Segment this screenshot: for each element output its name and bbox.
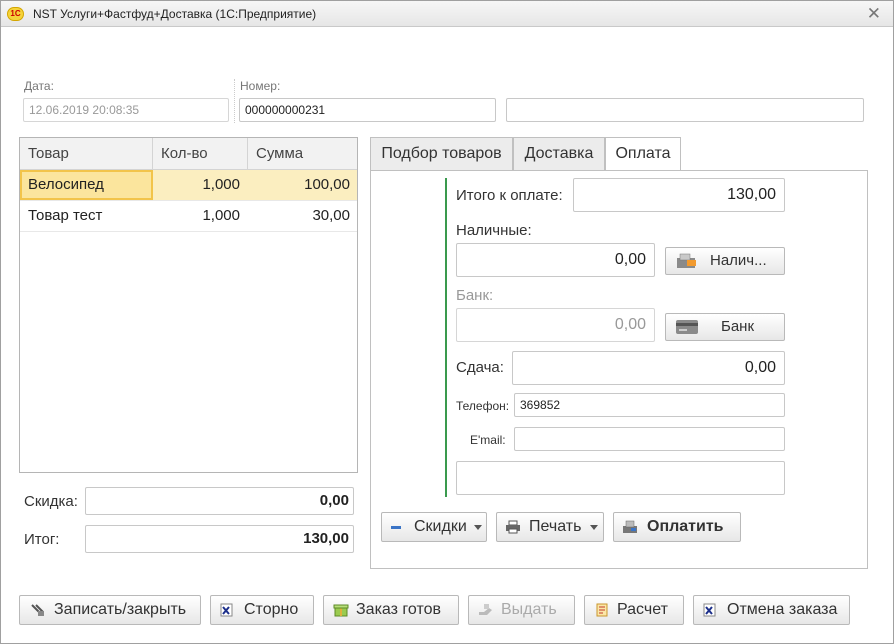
- goods-table: Товар Кол-во Сумма Велосипед 1,000 100,0…: [19, 137, 358, 473]
- hand-icon: [479, 604, 492, 615]
- bank-card-icon: [676, 320, 698, 334]
- save-close-icon: [31, 604, 44, 616]
- phone-field[interactable]: 369852: [514, 393, 785, 417]
- divider: [234, 79, 235, 123]
- pay-button[interactable]: Оплатить: [613, 512, 741, 542]
- order-ready-label: Заказ готов: [356, 601, 441, 618]
- cash-register-icon: [623, 520, 637, 533]
- column-header-item[interactable]: Товар: [20, 138, 153, 169]
- number-field[interactable]: 000000000231: [239, 98, 496, 122]
- order-ready-button[interactable]: Заказ готов: [323, 595, 459, 625]
- cell-sum[interactable]: 100,00: [248, 170, 358, 200]
- close-icon[interactable]: ✕: [867, 4, 881, 24]
- document-cancel-icon: [220, 603, 233, 617]
- accent-line: [445, 178, 447, 497]
- tab-goods-selection[interactable]: Подбор товаров: [370, 137, 513, 170]
- bank-button[interactable]: Банк: [665, 313, 785, 341]
- column-header-qty[interactable]: Кол-во: [153, 138, 248, 169]
- tab-delivery[interactable]: Доставка: [513, 137, 605, 170]
- print-label: Печать: [529, 518, 582, 535]
- cancel-order-button[interactable]: Отмена заказа: [693, 595, 850, 625]
- minus-icon: [391, 526, 401, 529]
- document-cancel-icon: [703, 603, 716, 617]
- discounts-label: Скидки: [414, 518, 467, 535]
- table-header: Товар Кол-во Сумма: [20, 138, 357, 170]
- discount-field[interactable]: 0,00: [85, 487, 354, 515]
- bank-label: Банк:: [456, 287, 494, 304]
- storno-button[interactable]: Сторно: [210, 595, 314, 625]
- bank-field[interactable]: 0,00: [456, 308, 655, 342]
- change-label: Сдача:: [456, 359, 504, 376]
- cancel-order-label: Отмена заказа: [727, 601, 838, 618]
- storno-label: Сторно: [244, 601, 299, 618]
- gift-box-icon: [333, 604, 349, 617]
- cell-sum[interactable]: 30,00: [248, 201, 358, 231]
- cash-label: Наличные:: [456, 222, 532, 239]
- table-row[interactable]: Велосипед 1,000 100,00: [20, 170, 357, 201]
- calc-label: Расчет: [617, 601, 668, 618]
- column-header-sum[interactable]: Сумма: [248, 138, 358, 169]
- discount-label: Скидка:: [24, 493, 78, 510]
- total-to-pay-label: Итого к оплате:: [456, 187, 563, 204]
- change-field[interactable]: 0,00: [512, 351, 785, 385]
- issue-button[interactable]: Выдать: [468, 595, 575, 625]
- save-close-label: Записать/закрыть: [54, 601, 187, 618]
- save-close-button[interactable]: Записать/закрыть: [19, 595, 201, 625]
- calc-button[interactable]: Расчет: [584, 595, 684, 625]
- cell-item[interactable]: Товар тест: [20, 201, 153, 231]
- bank-button-label: Банк: [721, 318, 755, 335]
- note-field[interactable]: [456, 461, 785, 495]
- cell-qty[interactable]: 1,000: [153, 170, 248, 200]
- date-field[interactable]: 12.06.2019 20:08:35: [23, 98, 229, 122]
- total-label: Итог:: [24, 531, 60, 548]
- phone-label: Телефон:: [456, 399, 510, 413]
- cash-field[interactable]: 0,00: [456, 243, 655, 277]
- chevron-down-icon: [474, 525, 482, 530]
- 1c-logo-icon: 1С: [7, 7, 24, 21]
- total-field[interactable]: 130,00: [85, 525, 354, 553]
- receipt-icon: [596, 603, 608, 617]
- cash-register-icon: [677, 253, 696, 268]
- discounts-dropdown-button[interactable]: Скидки: [381, 512, 487, 542]
- email-label: E'mail:: [470, 433, 506, 447]
- date-label: Дата:: [24, 79, 54, 93]
- total-to-pay-field[interactable]: 130,00: [573, 178, 785, 212]
- number-label: Номер:: [240, 79, 281, 93]
- cash-button-label: Налич...: [710, 252, 767, 269]
- tab-payment[interactable]: Оплата: [605, 137, 681, 171]
- title-bar: 1С NST Услуги+Фастфуд+Доставка (1С:Предп…: [1, 1, 893, 27]
- table-row[interactable]: Товар тест 1,000 30,00: [20, 201, 357, 232]
- payment-panel: Итого к оплате: 130,00 Наличные: 0,00 На…: [370, 170, 868, 569]
- pay-label: Оплатить: [647, 518, 724, 535]
- printer-icon: [506, 520, 520, 534]
- email-field[interactable]: [514, 427, 785, 451]
- print-dropdown-button[interactable]: Печать: [496, 512, 604, 542]
- cell-qty[interactable]: 1,000: [153, 201, 248, 231]
- app-window: 1С NST Услуги+Фастфуд+Доставка (1С:Предп…: [0, 0, 894, 644]
- cash-button[interactable]: Налич...: [665, 247, 785, 275]
- issue-label: Выдать: [501, 601, 557, 618]
- cell-item[interactable]: Велосипед: [20, 170, 153, 200]
- chevron-down-icon: [590, 525, 598, 530]
- extra-field[interactable]: [506, 98, 864, 122]
- window-title: NST Услуги+Фастфуд+Доставка (1С:Предприя…: [33, 7, 317, 21]
